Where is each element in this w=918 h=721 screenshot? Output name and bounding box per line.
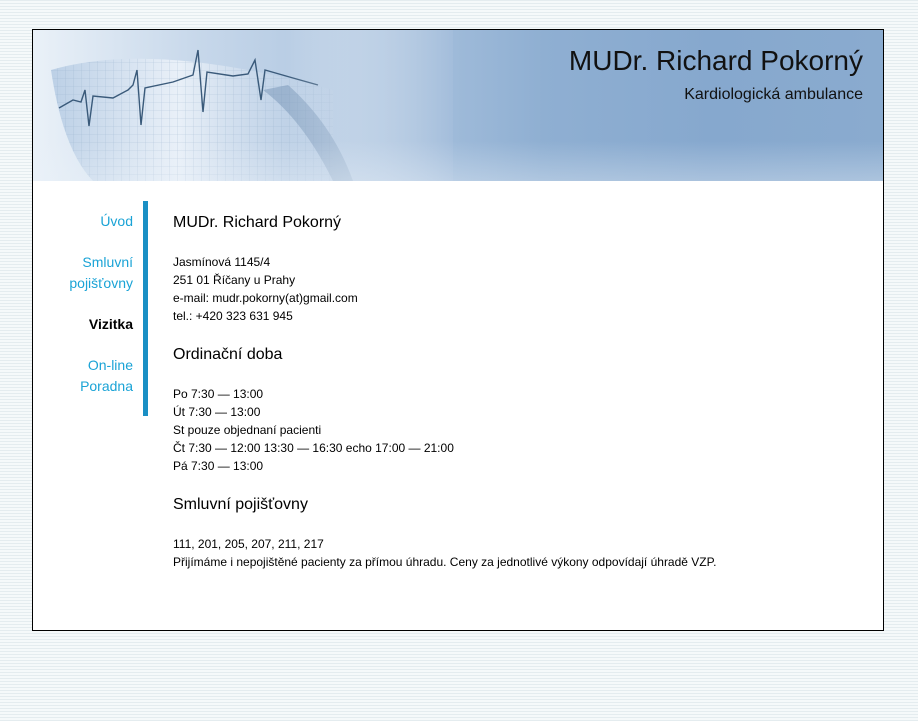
hours-line: Út 7:30 — 13:00	[173, 405, 261, 419]
hours-line: Čt 7:30 — 12:00 13:30 — 16:30 echo 17:00…	[173, 441, 454, 455]
insurance-codes: 111, 201, 205, 207, 211, 217	[173, 537, 324, 551]
contact-heading: MUDr. Richard Pokorný	[173, 214, 342, 231]
header-banner: MUDr. Richard Pokorný Kardiologická ambu…	[33, 30, 883, 181]
nav-item-label: Smluvní	[82, 254, 133, 270]
address-street: Jasmínová 1145/4	[173, 255, 271, 269]
nav-item-uvod-wrap: Úvod	[33, 211, 143, 232]
site-title: MUDr. Richard Pokorný	[568, 45, 863, 76]
nav-item-label: On-line	[87, 357, 133, 373]
main-content: MUDr. Richard Pokorný Jasmínová 1145/4 2…	[173, 201, 853, 571]
nav-item-vizitka[interactable]: Vizitka	[33, 314, 143, 335]
contact-block: Jasmínová 1145/4 251 01 Říčany u Prahy e…	[173, 253, 853, 325]
nav-item-label: Poradna	[80, 378, 133, 394]
page-container: MUDr. Richard Pokorný Kardiologická ambu…	[32, 29, 884, 631]
nav-list: Úvod Smluvní pojišťovny Vizitka On-line …	[33, 211, 143, 397]
insurance-block: 111, 201, 205, 207, 211, 217 Přijímáme i…	[173, 535, 853, 571]
sidebar-nav: Úvod Smluvní pojišťovny Vizitka On-line …	[33, 201, 148, 416]
contact-phone: tel.: +420 323 631 945	[173, 309, 293, 323]
insurance-note: Přijímáme i nepojištěné pacienty za přím…	[173, 555, 717, 569]
nav-item-label: Úvod	[100, 213, 133, 229]
site-subtitle: Kardiologická ambulance	[684, 86, 863, 103]
ecg-banner-image	[33, 30, 453, 181]
nav-item-pojistovny-wrap: Smluvní pojišťovny	[33, 252, 143, 294]
hours-line: Pá 7:30 — 13:00	[173, 459, 264, 473]
address-city: 251 01 Říčany u Prahy	[173, 273, 296, 287]
insurance-heading: Smluvní pojišťovny	[173, 496, 308, 513]
hours-line: St pouze objednaní pacienti	[173, 423, 322, 437]
hours-heading: Ordinační doba	[173, 346, 283, 363]
hours-line: Po 7:30 — 13:00	[173, 387, 264, 401]
hours-block: Po 7:30 — 13:00 Út 7:30 — 13:00 St pouze…	[173, 385, 853, 475]
nav-item-online-poradna[interactable]: On-line Poradna	[33, 355, 143, 397]
contact-email: e-mail: mudr.pokorny(at)gmail.com	[173, 291, 358, 305]
nav-item-smluvni-pojistovny[interactable]: Smluvní pojišťovny	[33, 252, 143, 294]
nav-item-vizitka-wrap: Vizitka	[33, 314, 143, 335]
nav-item-label: pojišťovny	[69, 275, 133, 291]
nav-item-poradna-wrap: On-line Poradna	[33, 355, 143, 397]
nav-item-uvod[interactable]: Úvod	[33, 211, 143, 232]
nav-item-label: Vizitka	[88, 316, 133, 332]
